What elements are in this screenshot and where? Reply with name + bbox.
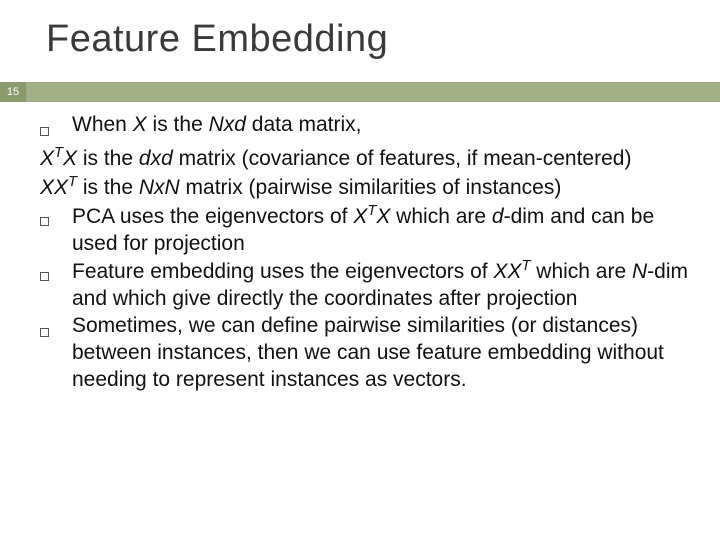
bullet-line-6: Sometimes, we can define pairwise simila… [40, 313, 690, 394]
t: matrix (pairwise similarities of instanc… [180, 176, 562, 199]
sup: T [54, 145, 63, 161]
t: When [72, 113, 133, 136]
var: dxd [139, 147, 173, 170]
slide-title: Feature Embedding [46, 18, 696, 61]
var: NxN [139, 176, 180, 199]
t: which are [530, 260, 632, 283]
square-bullet-icon [40, 272, 49, 281]
line-5-text: Feature embedding uses the eigenvectors … [72, 257, 690, 313]
var: XX [493, 260, 521, 283]
accent-bar [0, 82, 720, 102]
var: X [63, 147, 77, 170]
var: N [632, 260, 647, 283]
t: PCA uses the eigenvectors of [72, 205, 353, 228]
bullet-line-4: PCA uses the eigenvectors of XTX which a… [40, 202, 690, 258]
slide: Feature Embedding 15 When X is the Nxd d… [0, 0, 720, 540]
t: which are [390, 205, 492, 228]
t: is the [77, 176, 139, 199]
t: Feature embedding uses the eigenvectors … [72, 260, 493, 283]
square-bullet-icon [40, 217, 49, 226]
square-bullet-icon [40, 328, 49, 337]
continuation-line-2: XTX is the dxd matrix (covariance of fea… [40, 144, 690, 173]
t: matrix (covariance of features, if mean-… [173, 147, 632, 170]
var: X [40, 147, 54, 170]
line-2-text: XTX is the dxd matrix (covariance of fea… [40, 144, 690, 173]
bullet-line-1: When X is the Nxd data matrix, [40, 112, 690, 144]
sup: T [367, 203, 376, 219]
line-1-text: When X is the Nxd data matrix, [72, 112, 690, 144]
square-bullet-icon [40, 127, 49, 136]
var: X [376, 205, 390, 228]
var: XX [40, 176, 68, 199]
line-4-text: PCA uses the eigenvectors of XTX which a… [72, 202, 690, 258]
t: is the [77, 147, 139, 170]
sup: T [68, 174, 77, 190]
line-3-text: XXT is the NxN matrix (pairwise similari… [40, 173, 690, 202]
page-number-box: 15 [0, 82, 26, 102]
t: is the [147, 113, 209, 136]
line-6-text: Sometimes, we can define pairwise simila… [72, 313, 690, 394]
var: X [353, 205, 367, 228]
continuation-line-3: XXT is the NxN matrix (pairwise similari… [40, 173, 690, 202]
content-area: When X is the Nxd data matrix, XTX is th… [40, 112, 690, 394]
var: Nxd [209, 113, 246, 136]
t: data matrix, [246, 113, 362, 136]
bullet-line-5: Feature embedding uses the eigenvectors … [40, 257, 690, 313]
var: X [133, 113, 147, 136]
var: d [492, 205, 504, 228]
